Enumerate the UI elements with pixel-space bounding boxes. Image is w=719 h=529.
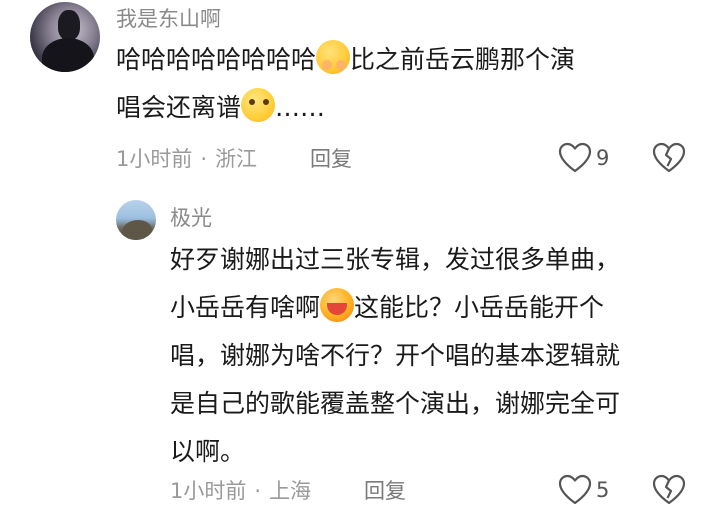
comment-text: 以啊。 bbox=[170, 437, 246, 466]
comment-text: 唱，谢娜为啥不行？开个唱的基本逻辑就 bbox=[170, 341, 621, 370]
timestamp: 1小时前 bbox=[170, 479, 247, 503]
avatar-figure bbox=[58, 10, 80, 40]
avatar[interactable] bbox=[116, 200, 156, 240]
location: 上海 bbox=[269, 479, 312, 503]
comment-text: 哈哈哈哈哈哈哈哈 bbox=[116, 45, 317, 74]
smirk-emoji-icon bbox=[241, 88, 276, 122]
heart-icon bbox=[558, 474, 592, 505]
meta-separator: · bbox=[200, 147, 208, 171]
comment-text: 这能比？小岳岳能开个 bbox=[354, 293, 605, 322]
comment-text: 比之前岳云鹏那个演 bbox=[350, 45, 576, 74]
comment-meta: 1小时前 · 浙江 bbox=[116, 149, 257, 170]
like-count: 5 bbox=[596, 477, 610, 502]
like-button[interactable]: 9 bbox=[558, 142, 609, 174]
avatar[interactable] bbox=[30, 2, 100, 72]
timestamp: 1小时前 bbox=[116, 147, 193, 171]
reply-button[interactable]: 回复 bbox=[364, 481, 406, 502]
laugh-emoji-icon bbox=[320, 288, 355, 322]
comment-text-line: 唱会还离谱 …… bbox=[116, 84, 325, 132]
location: 浙江 bbox=[215, 147, 258, 171]
reply-button[interactable]: 回复 bbox=[310, 149, 352, 170]
comment-text: …… bbox=[275, 93, 326, 122]
dislike-button[interactable] bbox=[652, 474, 686, 510]
comment-meta: 1小时前 · 上海 bbox=[170, 481, 311, 502]
comment-text: 好歹谢娜出过三张专辑，发过很多单曲， bbox=[170, 245, 621, 274]
username[interactable]: 极光 bbox=[170, 208, 212, 229]
like-button[interactable]: 5 bbox=[558, 474, 609, 506]
avatar-rock bbox=[122, 220, 152, 240]
broken-heart-icon bbox=[652, 142, 686, 173]
comment-text-line: 哈哈哈哈哈哈哈哈 比之前岳云鹏那个演 bbox=[116, 36, 575, 84]
heart-icon bbox=[558, 142, 592, 173]
comment-text-line: 小岳岳有啥啊 这能比？小岳岳能开个 bbox=[170, 284, 604, 332]
comment-text: 唱会还离谱 bbox=[116, 93, 242, 122]
username[interactable]: 我是东山啊 bbox=[116, 9, 221, 30]
comment-text: 小岳岳有啥啊 bbox=[170, 293, 321, 322]
meta-separator: · bbox=[254, 479, 262, 503]
broken-heart-icon bbox=[652, 474, 686, 505]
avatar-body bbox=[42, 38, 94, 72]
comment-text: 是自己的歌能覆盖整个演出，谢娜完全可 bbox=[170, 389, 621, 418]
like-count: 9 bbox=[596, 145, 610, 170]
dislike-button[interactable] bbox=[652, 142, 686, 178]
hug-emoji-icon bbox=[316, 40, 351, 74]
